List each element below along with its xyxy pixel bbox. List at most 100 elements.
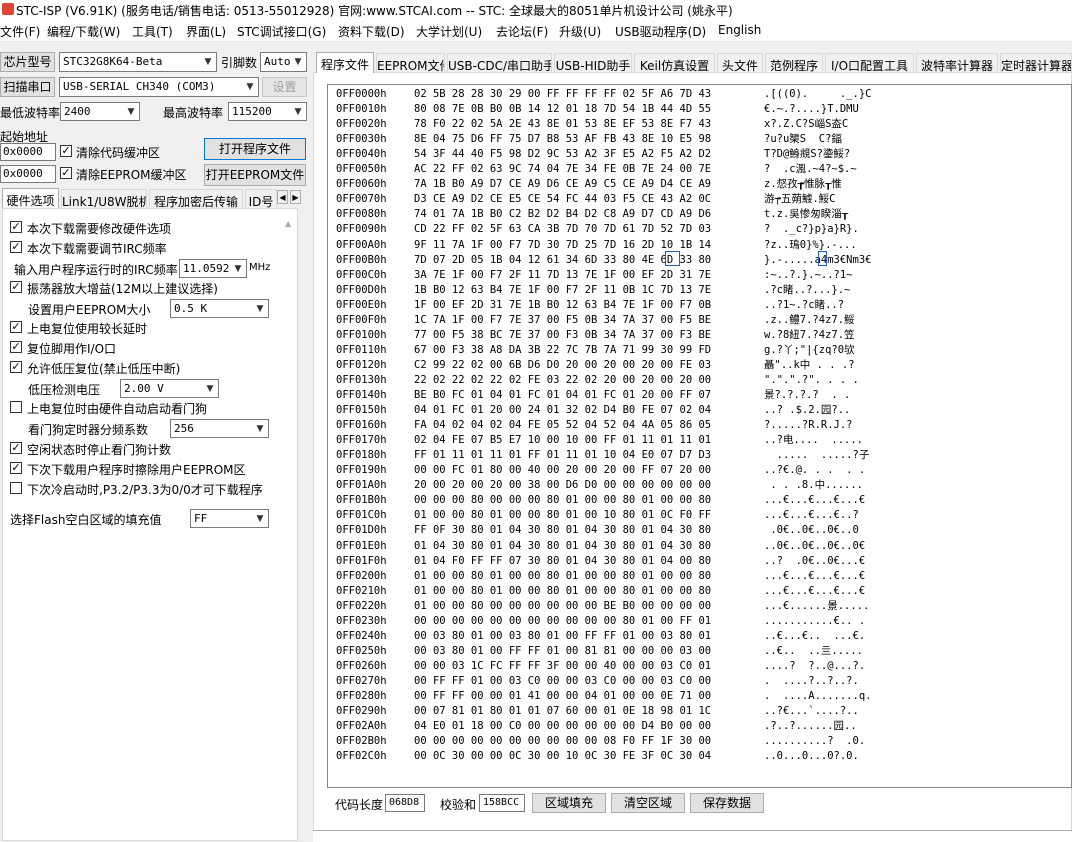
hex-row-ascii[interactable]: ..0€..0€..0€..0€	[764, 539, 865, 554]
hex-row-ascii[interactable]: ".".".?". . . .	[764, 373, 859, 388]
menu-univ[interactable]: 大学计划(U)	[416, 23, 482, 40]
hex-row-ascii[interactable]: x?.Z.C?S崰S盇C	[764, 117, 848, 132]
hex-row-bytes[interactable]: 77 00 F5 38 BC 7E 37 00 F3 0B 34 7A 37 0…	[414, 328, 711, 343]
hex-row-ascii[interactable]: €.~.?....}T.DMU	[764, 102, 859, 117]
hex-row-bytes[interactable]: 00 07 81 01 80 01 01 07 60 00 01 0E 18 9…	[414, 704, 711, 719]
tab-examples[interactable]: 范例程序	[765, 53, 823, 73]
min-baud-select[interactable]: 2400 ▼	[60, 102, 140, 121]
hex-row-ascii[interactable]: ? ._c?}p}a}R}.	[764, 222, 859, 237]
hex-row-ascii[interactable]: ..?1~.?c睹..?	[764, 298, 844, 313]
hex-row-ascii[interactable]: ..? .$.2.园?..	[764, 403, 850, 418]
hex-row-ascii[interactable]: .?c睹..?...}.~	[764, 283, 850, 298]
tab-baud-calc[interactable]: 波特率计算器	[916, 53, 998, 73]
hex-row-bytes[interactable]: CD 22 FF 02 5F 63 CA 3B 7D 70 7D 61 7D 5…	[414, 222, 711, 237]
hex-row-bytes[interactable]: 00 03 80 01 00 FF FF 01 00 81 81 00 00 0…	[414, 644, 711, 659]
tab-usb-hid[interactable]: USB-HID助手	[554, 53, 632, 73]
hex-row-bytes[interactable]: 01 04 F0 FF FF 07 30 80 01 04 30 80 01 0…	[414, 554, 711, 569]
hex-row-ascii[interactable]: w.?8紐7.?4z7.笠	[764, 328, 855, 343]
menu-english[interactable]: English	[718, 23, 761, 37]
idle-stop-watchdog-checkbox[interactable]: ✓	[10, 442, 22, 454]
hex-row-bytes[interactable]: 00 03 80 01 00 03 80 01 00 FF FF 01 00 0…	[414, 629, 711, 644]
hex-row-ascii[interactable]: ..€...€.. ...€.	[764, 629, 865, 644]
auto-watchdog-checkbox[interactable]	[10, 401, 22, 413]
hex-row-bytes[interactable]: 1C 7A 1F 00 F7 7E 37 00 F5 0B 34 7A 37 0…	[414, 313, 711, 328]
tab-link1-offline[interactable]: Link1/U8W脱机	[61, 189, 147, 208]
clear-eeprom-checkbox[interactable]: ✓	[60, 167, 72, 179]
save-data-button[interactable]: 保存数据	[690, 793, 764, 813]
hex-row-ascii[interactable]: .[((0). ._.}C	[764, 87, 871, 102]
hex-row-bytes[interactable]: 00 00 FC 01 80 00 40 00 20 00 20 00 FF 0…	[414, 463, 711, 478]
hex-row-ascii[interactable]: .0€..0€..0€..0	[764, 523, 859, 538]
hex-row-ascii[interactable]: ..€.. ..亖.....	[764, 644, 863, 659]
hex-row-ascii[interactable]: ...€...€...€..?	[764, 508, 859, 523]
hex-row-bytes[interactable]: 00 00 03 1C FC FF FF 3F 00 00 40 00 00 0…	[414, 659, 711, 674]
hex-row-ascii[interactable]: ...€...€...€...€	[764, 584, 865, 599]
hex-row-bytes[interactable]: 02 04 FE 07 B5 E7 10 00 10 00 FF 01 11 0…	[414, 433, 711, 448]
hex-row-bytes[interactable]: 1F 00 EF 2D 31 7E 1B B0 12 63 B4 7E 1F 0…	[414, 298, 711, 313]
hex-row-bytes[interactable]: 22 02 22 02 22 02 FE 03 22 02 20 00 20 0…	[414, 373, 711, 388]
menu-forum[interactable]: 去论坛(F)	[496, 23, 548, 40]
hex-row-bytes[interactable]: C2 99 22 02 00 6B D6 D0 20 00 20 00 20 0…	[414, 358, 711, 373]
oscillator-gain-checkbox[interactable]: ✓	[10, 281, 22, 293]
hex-row-bytes[interactable]: 74 01 7A 1B B0 C2 B2 D2 B4 D2 C8 A9 D7 C…	[414, 207, 711, 222]
hex-row-bytes[interactable]: 7A 1B B0 A9 D7 CE A9 D6 CE A9 C5 CE A9 D…	[414, 177, 711, 192]
hex-row-ascii[interactable]: ..0...0...0?.0.	[764, 749, 859, 764]
hex-row-ascii[interactable]: .z..鳢7.?4z7.鮾	[764, 313, 855, 328]
hex-row-bytes[interactable]: 54 3F 44 40 F5 98 D2 9C 53 A2 3F E5 A2 F…	[414, 147, 711, 162]
hex-row-ascii[interactable]: ?u?u榘S C?鍢	[764, 132, 842, 147]
chip-model-select[interactable]: STC32G8K64-Beta ▼	[59, 52, 217, 72]
adjust-irc-checkbox[interactable]: ✓	[10, 241, 22, 253]
code-address-input[interactable]: 0x0000	[0, 143, 56, 161]
hex-editor[interactable]: 0FF0000h 02 5B 28 28 30 29 00 FF FF FF FF…	[327, 84, 1072, 788]
tab-header-files[interactable]: 头文件	[717, 53, 763, 73]
hex-row-ascii[interactable]: z.惄孜┲惟脉┰惟	[764, 177, 842, 192]
hex-row-ascii[interactable]: ..? .0€..0€...€	[764, 554, 865, 569]
hex-row-bytes[interactable]: BE B0 FC 01 04 01 FC 01 04 01 FC 01 20 0…	[414, 388, 711, 403]
clear-code-checkbox[interactable]: ✓	[60, 145, 72, 157]
scan-port-button[interactable]: 扫描串口	[0, 77, 55, 97]
hex-row-bytes[interactable]: 1B B0 12 63 B4 7E 1F 00 F7 2F 11 0B 1C 7…	[414, 283, 711, 298]
hex-row-ascii[interactable]: ...€......景.....	[764, 599, 869, 614]
hex-row-ascii[interactable]: g.?丫;"|{zq?0欤	[764, 343, 855, 358]
hex-row-ascii[interactable]: ?.....?R.R.J.?	[764, 418, 853, 433]
scroll-up-icon[interactable]: ▲	[285, 219, 295, 229]
erase-eeprom-checkbox[interactable]: ✓	[10, 462, 22, 474]
hex-row-ascii[interactable]: . ....?..?..?.	[764, 674, 859, 689]
hex-row-bytes[interactable]: 80 08 7E 0B B0 0B 14 12 01 18 7D 54 1B 4…	[414, 102, 711, 117]
open-eeprom-file-button[interactable]: 打开EEPROM文件	[204, 164, 306, 186]
hex-row-bytes[interactable]: 00 0C 30 00 00 0C 30 00 10 0C 30 FE 3F 0…	[414, 749, 711, 764]
hex-row-bytes[interactable]: AC 22 FF 02 63 9C 74 04 7E 34 FE 0B 7E 2…	[414, 162, 711, 177]
modify-hardware-options-checkbox[interactable]: ✓	[10, 221, 22, 233]
hex-row-bytes[interactable]: 01 00 00 80 01 00 00 80 01 00 10 80 01 0…	[414, 508, 711, 523]
hex-row-ascii[interactable]: ...........€.. .	[764, 614, 865, 629]
hex-row-ascii[interactable]: T?D@鯓覜S?鍌鮾?	[764, 147, 850, 162]
tab-eeprom-file[interactable]: EEPROM文件	[376, 53, 445, 73]
hex-row-ascii[interactable]: ..........? .0.	[764, 734, 865, 749]
hex-row-ascii[interactable]: :~..?.}.~..?1~	[764, 268, 853, 283]
hex-row-bytes[interactable]: 67 00 F3 38 A8 DA 3B 22 7C 7B 7A 71 99 3…	[414, 343, 711, 358]
menu-file[interactable]: 文件(F)	[0, 23, 40, 40]
hex-row-bytes[interactable]: 78 F0 22 02 5A 2E 43 8E 01 53 8E EF 53 8…	[414, 117, 711, 132]
flash-fill-select[interactable]: FF ▼	[190, 509, 269, 528]
clear-area-button[interactable]: 清空区域	[611, 793, 685, 813]
hex-row-ascii[interactable]: 景?.?.?.? . .	[764, 388, 850, 403]
port-select[interactable]: USB-SERIAL CH340 (COM3) ▼	[59, 77, 259, 97]
hex-row-ascii[interactable]: ...€...€...€...€	[764, 569, 865, 584]
hex-row-bytes[interactable]: 00 00 00 00 00 00 00 00 00 00 00 80 01 0…	[414, 614, 711, 629]
tab-scroll-right-icon[interactable]: ▶	[290, 190, 301, 204]
eeprom-address-input[interactable]: 0x0000	[0, 165, 56, 183]
menu-usb[interactable]: USB驱动程序(D)	[615, 23, 706, 40]
hex-row-ascii[interactable]: .?..?......园..	[764, 719, 857, 734]
hex-row-bytes[interactable]: 01 00 00 80 01 00 00 80 01 00 00 80 01 0…	[414, 569, 711, 584]
log-output-area[interactable]	[313, 830, 1072, 842]
menu-upgrade[interactable]: 升级(U)	[559, 23, 601, 40]
hex-row-ascii[interactable]: . ....A.......q.	[764, 689, 871, 704]
reset-pin-io-checkbox[interactable]: ✓	[10, 341, 22, 353]
hex-row-bytes[interactable]: 8E 04 75 D6 FF 75 D7 B8 53 AF FB 43 8E 1…	[414, 132, 711, 147]
eeprom-size-select[interactable]: 0.5 K ▼	[170, 299, 269, 318]
tab-scroll-left-icon[interactable]: ◀	[277, 190, 288, 204]
menu-debug[interactable]: STC调试接口(G)	[237, 23, 326, 40]
tab-encrypted-transfer[interactable]: 程序加密后传输	[149, 189, 243, 208]
hex-row-bytes[interactable]: 02 5B 28 28 30 29 00 FF FF FF FF 02 5F A…	[414, 87, 711, 102]
tab-hardware-options[interactable]: 硬件选项	[2, 188, 59, 208]
